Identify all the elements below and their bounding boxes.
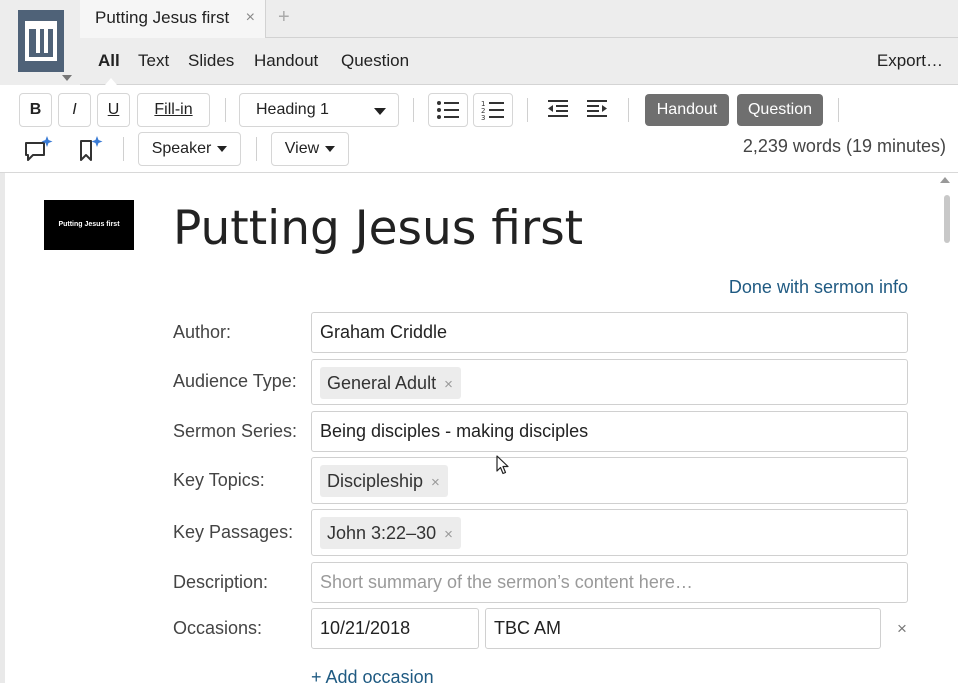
speaker-dropdown[interactable]: Speaker — [138, 132, 241, 166]
indent-icon — [587, 100, 607, 117]
occasion-date-field[interactable]: 10/21/2018 — [311, 608, 479, 649]
outdent-button[interactable] — [546, 99, 570, 124]
toolbar-divider — [628, 98, 629, 122]
mode-text[interactable]: Text — [138, 51, 169, 71]
author-label: Author: — [173, 322, 232, 342]
audience-type-label: Audience Type: — [173, 371, 297, 391]
remove-occasion-icon[interactable]: × — [897, 619, 907, 639]
svg-text:3: 3 — [481, 114, 485, 121]
handout-button[interactable]: Handout — [645, 94, 729, 126]
sermon-series-label: Sermon Series: — [173, 421, 298, 441]
mode-handout[interactable]: Handout — [254, 51, 318, 71]
audience-type-field[interactable]: General Adult × — [311, 359, 908, 405]
active-mode-indicator — [105, 78, 117, 85]
audience-tag[interactable]: General Adult × — [320, 367, 461, 399]
view-dropdown[interactable]: View — [271, 132, 349, 166]
author-field[interactable]: Graham Criddle — [311, 312, 908, 353]
toolbar-divider — [225, 98, 226, 122]
toolbar-divider — [527, 98, 528, 122]
remove-tag-icon[interactable]: × — [444, 526, 453, 543]
view-label: View — [284, 140, 320, 157]
description-placeholder: Short summary of the sermon’s content he… — [320, 572, 693, 592]
pillar-logo-icon — [25, 21, 57, 61]
bulleted-list-icon — [437, 101, 459, 119]
document-tabbar: Putting Jesus first × + — [80, 0, 958, 38]
passage-tag[interactable]: John 3:22–30 × — [320, 517, 461, 549]
ai-bookmark-button[interactable] — [78, 135, 104, 168]
mouse-cursor-icon — [496, 455, 509, 475]
sermon-series-value: Being disciples - making disciples — [320, 421, 589, 441]
paragraph-style-value: Heading 1 — [256, 101, 329, 118]
key-passages-field[interactable]: John 3:22–30 × — [311, 509, 908, 556]
add-occasion-link[interactable]: + Add occasion — [311, 667, 434, 683]
title-slide-thumbnail[interactable]: Putting Jesus first — [44, 200, 134, 250]
audience-tag-label: General Adult — [327, 373, 437, 393]
toolbar-divider — [838, 98, 839, 122]
question-button[interactable]: Question — [737, 94, 823, 126]
document-title[interactable]: Putting Jesus first — [173, 201, 583, 256]
numbered-list-icon: 1 2 3 — [481, 100, 504, 122]
occasions-label: Occasions: — [173, 618, 263, 638]
passage-tag-label: John 3:22–30 — [327, 523, 437, 543]
occasion-name-field[interactable]: TBC AM — [485, 608, 881, 649]
document-tab[interactable]: Putting Jesus first × — [80, 0, 266, 38]
speaker-label: Speaker — [151, 140, 212, 157]
document-editor[interactable]: Putting Jesus first Putting Jesus first … — [5, 173, 958, 683]
export-button[interactable]: Export… — [877, 51, 943, 71]
logo-menu-caret-icon[interactable] — [62, 75, 72, 81]
topic-tag[interactable]: Discipleship × — [320, 465, 448, 497]
scrollbar-thumb[interactable] — [944, 195, 950, 243]
done-with-sermon-info-link[interactable]: Done with sermon info — [729, 277, 908, 298]
toolbar-divider — [123, 137, 124, 161]
chevron-down-icon — [325, 145, 336, 152]
mode-all[interactable]: All — [98, 51, 120, 71]
underline-button[interactable]: U — [97, 93, 130, 127]
toolbar-divider — [413, 98, 414, 122]
sparkle-bookmark-icon — [80, 136, 103, 161]
mode-question[interactable]: Question — [341, 51, 409, 71]
paragraph-style-select[interactable]: Heading 1 — [239, 93, 399, 127]
scroll-up-arrow-icon[interactable] — [940, 177, 950, 183]
app-window: Putting Jesus first × + All Text Slides … — [0, 0, 958, 683]
document-tab-label: Putting Jesus first — [95, 8, 230, 27]
close-tab-icon[interactable]: × — [246, 9, 255, 27]
occasion-date-value: 10/21/2018 — [320, 618, 411, 638]
description-label: Description: — [173, 572, 269, 592]
remove-tag-icon[interactable]: × — [431, 474, 440, 491]
remove-tag-icon[interactable]: × — [444, 376, 453, 393]
topic-tag-label: Discipleship — [327, 471, 424, 491]
author-value: Graham Criddle — [320, 322, 448, 342]
sparkle-comment-icon — [25, 136, 53, 161]
description-field[interactable]: Short summary of the sermon’s content he… — [311, 562, 908, 603]
thumbnail-text: Putting Jesus first — [58, 221, 120, 228]
header: Putting Jesus first × + All Text Slides … — [0, 0, 958, 85]
mode-slides[interactable]: Slides — [188, 51, 234, 71]
ai-comment-button[interactable] — [24, 135, 54, 168]
bulleted-list-button[interactable] — [428, 93, 468, 127]
chevron-down-icon — [374, 108, 386, 115]
chevron-down-icon — [217, 145, 228, 152]
toolbar-divider — [256, 137, 257, 161]
numbered-list-button[interactable]: 1 2 3 — [473, 93, 513, 127]
indent-button[interactable] — [585, 99, 609, 124]
key-passages-label: Key Passages: — [173, 522, 294, 542]
mode-bar: All Text Slides Handout Question Export… — [80, 38, 958, 85]
formatting-toolbar: B I U Fill-in Heading 1 1 2 3 Handout Qu… — [0, 85, 958, 173]
occasion-name-value: TBC AM — [494, 618, 562, 638]
sermon-series-field[interactable]: Being disciples - making disciples — [311, 411, 908, 452]
fill-in-button[interactable]: Fill-in — [137, 93, 210, 127]
app-logo-button[interactable] — [18, 10, 64, 72]
word-count: 2,239 words (19 minutes) — [742, 136, 946, 156]
outdent-icon — [548, 100, 568, 117]
italic-button[interactable]: I — [58, 93, 91, 127]
new-tab-icon[interactable]: + — [278, 6, 290, 29]
key-topics-label: Key Topics: — [173, 470, 265, 490]
key-topics-field[interactable]: Discipleship × — [311, 457, 908, 504]
bold-button[interactable]: B — [19, 93, 52, 127]
